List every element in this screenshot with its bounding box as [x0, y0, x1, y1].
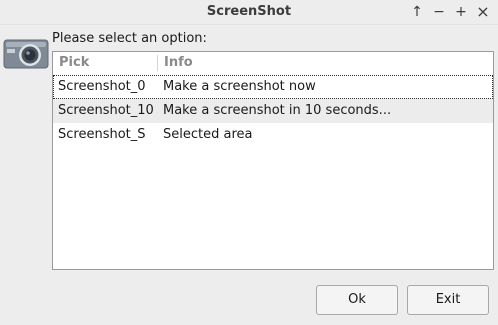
minimize-button[interactable]: −: [430, 3, 448, 21]
column-divider: [157, 55, 158, 71]
ok-button[interactable]: Ok: [316, 285, 398, 315]
column-header-info[interactable]: Info: [164, 52, 193, 74]
prompt-label: Please select an option:: [52, 31, 207, 46]
info-cell: Make a screenshot now: [163, 79, 316, 94]
restore-button[interactable]: +: [452, 3, 470, 21]
list-item[interactable]: Screenshot_10 Make a screenshot in 10 se…: [53, 99, 493, 123]
list-item[interactable]: Screenshot_S Selected area: [53, 123, 493, 147]
exit-button[interactable]: Exit: [407, 285, 489, 315]
pick-cell: Screenshot_10: [58, 103, 154, 118]
options-list[interactable]: Pick Info Screenshot_0 Make a screenshot…: [52, 51, 494, 270]
list-item[interactable]: Screenshot_0 Make a screenshot now: [53, 75, 493, 99]
pick-cell: Screenshot_S: [58, 127, 146, 142]
title-bar: ScreenShot ↑ − + ×: [0, 0, 498, 25]
maximize-button[interactable]: ↑: [408, 3, 426, 21]
close-button[interactable]: ×: [474, 3, 492, 21]
camera-icon: [3, 39, 49, 69]
column-header-pick[interactable]: Pick: [59, 52, 89, 74]
pick-cell: Screenshot_0: [58, 79, 146, 94]
info-cell: Selected area: [163, 127, 253, 142]
list-header: Pick Info: [53, 52, 493, 74]
info-cell: Make a screenshot in 10 seconds...: [163, 103, 392, 118]
